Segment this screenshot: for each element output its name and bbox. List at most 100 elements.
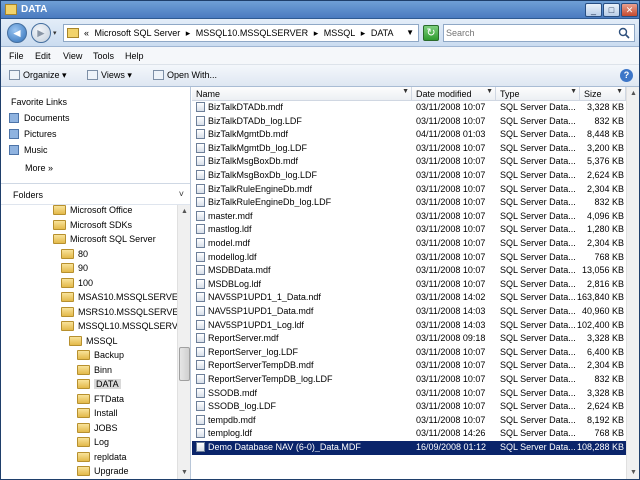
menu-view[interactable]: View — [63, 51, 82, 61]
scroll-up-button[interactable]: ▲ — [178, 205, 191, 218]
chevron-down-icon[interactable]: ▼ — [570, 88, 577, 95]
file-row[interactable]: BizTalkMsgBoxDb_log.LDF 03/11/2008 10:07 S… — [192, 169, 626, 183]
file-row[interactable]: BizTalkMsgBoxDb.mdf 03/11/2008 10:07 SQL S… — [192, 155, 626, 169]
favorite-documents[interactable]: Documents — [9, 113, 70, 123]
folder-icon — [61, 292, 74, 302]
pane-divider[interactable] — [1, 183, 190, 184]
file-row[interactable]: ReportServer.mdf 03/11/2008 09:18 SQL Serv… — [192, 332, 626, 346]
file-row[interactable]: model.mdf 03/11/2008 10:07 SQL Server Data… — [192, 237, 626, 251]
file-row[interactable]: mastlog.ldf 03/11/2008 10:07 SQL Server Da… — [192, 223, 626, 237]
scroll-down-button[interactable]: ▼ — [178, 466, 191, 479]
column-header-type[interactable]: Type ▼ — [496, 87, 580, 101]
chevron-down-icon[interactable]: ˅ — [179, 189, 184, 199]
scroll-up-button[interactable]: ▲ — [627, 87, 640, 100]
tree-node[interactable]: MSAS10.MSSQLSERVER — [61, 292, 177, 306]
open-with-button[interactable]: Open With... — [153, 70, 217, 80]
recent-pages-dropdown[interactable]: ▾ — [53, 29, 57, 37]
organize-button[interactable]: Organize ▾ — [9, 70, 67, 81]
tree-node[interactable]: FTData — [77, 393, 124, 408]
breadcrumb-item[interactable]: MSSQL — [324, 28, 356, 38]
chevron-down-icon[interactable]: ▼ — [616, 88, 623, 95]
file-row-selected[interactable]: Demo Database NAV (6-0)_Data.MDF 16/09/20… — [192, 441, 626, 455]
search-input[interactable] — [446, 26, 614, 40]
tree-node[interactable]: repldata — [77, 451, 127, 466]
tree-node[interactable]: MSRS10.MSSQLSERVER — [61, 306, 177, 321]
maximize-button[interactable]: □ — [603, 3, 620, 17]
file-row[interactable]: templog.ldf 03/11/2008 14:26 SQL Server Da… — [192, 427, 626, 441]
chevron-down-icon[interactable]: ▼ — [486, 88, 493, 95]
favorites-more-link[interactable]: More » — [25, 163, 53, 173]
file-row[interactable]: BizTalkRuleEngineDb.mdf 03/11/2008 10:07 S… — [192, 183, 626, 197]
file-row[interactable]: BizTalkRuleEngineDb_log.LDF 03/11/2008 10… — [192, 196, 626, 210]
file-row[interactable]: NAV5SP1UPD1_Log.ldf 03/11/2008 14:03 SQL S… — [192, 319, 626, 333]
tree-node[interactable]: 90 — [61, 263, 88, 277]
file-row[interactable]: NAV5SP1UPD1_1_Data.ndf 03/11/2008 14:02 SQ… — [192, 291, 626, 305]
file-name: SSODB.mdf — [208, 387, 258, 398]
tree-node[interactable]: Microsoft SQL Server — [53, 234, 156, 248]
address-box[interactable]: « Microsoft SQL Server ▸ MSSQL10.MSSQLSE… — [63, 24, 419, 42]
file-row[interactable]: ReportServerTempDB.mdf 03/11/2008 10:07 SQ… — [192, 359, 626, 373]
menu-edit[interactable]: Edit — [35, 51, 51, 61]
tree-node-selected[interactable]: DATA — [77, 379, 121, 393]
chevron-down-icon[interactable]: ▼ — [402, 88, 409, 95]
tree-node[interactable]: Log — [77, 437, 109, 451]
views-button[interactable]: Views ▾ — [87, 70, 132, 81]
back-button[interactable]: ◄ — [7, 23, 27, 43]
address-dropdown-button[interactable]: ▼ — [406, 28, 414, 37]
file-row[interactable]: SSODB_log.LDF 03/11/2008 10:07 SQL Server … — [192, 400, 626, 414]
menu-tools[interactable]: Tools — [93, 51, 114, 61]
file-row[interactable]: BizTalkMgmtDb_log.LDF 03/11/2008 10:07 SQL… — [192, 142, 626, 156]
column-header-date-modified[interactable]: Date modified ▼ — [412, 87, 496, 101]
file-row[interactable]: tempdb.mdf 03/11/2008 10:07 SQL Server Dat… — [192, 414, 626, 428]
scroll-thumb[interactable] — [179, 347, 190, 381]
file-list-scrollbar[interactable]: ▲ ▼ — [626, 87, 639, 479]
breadcrumb-item[interactable]: Microsoft SQL Server — [95, 28, 181, 38]
file-row[interactable]: BizTalkMgmtDb.mdf 04/11/2008 01:03 SQL Ser… — [192, 128, 626, 142]
favorite-pictures[interactable]: Pictures — [9, 129, 57, 139]
tree-node[interactable]: JOBS — [77, 422, 118, 437]
file-row[interactable]: MSDBLog.ldf 03/11/2008 10:07 SQL Server Da… — [192, 278, 626, 292]
tree-node[interactable]: Install — [77, 408, 118, 422]
tree-node[interactable]: Binn — [77, 364, 112, 379]
folders-header[interactable]: Folders ˅ — [1, 185, 190, 205]
column-header-size[interactable]: Size ▼ — [580, 87, 626, 101]
search-icon[interactable] — [618, 27, 630, 39]
tree-node[interactable]: Microsoft SDKs — [53, 219, 132, 234]
breadcrumb-separator[interactable]: ▸ — [361, 28, 366, 38]
file-row[interactable]: BizTalkDTADb_log.LDF 03/11/2008 10:07 SQL … — [192, 115, 626, 129]
minimize-button[interactable]: _ — [585, 3, 602, 17]
forward-button[interactable]: ► — [31, 23, 51, 43]
file-row[interactable]: BizTalkDTADb.mdf 03/11/2008 10:07 SQL Serv… — [192, 101, 626, 115]
folder-tree-scrollbar[interactable]: ▲ ▼ — [177, 205, 190, 479]
breadcrumb: « Microsoft SQL Server ▸ MSSQL10.MSSQLSE… — [84, 28, 397, 39]
breadcrumb-overflow[interactable]: « — [84, 28, 89, 38]
file-name: BizTalkDTADb_log.LDF — [208, 115, 302, 126]
favorite-music[interactable]: Music — [9, 145, 48, 155]
breadcrumb-item[interactable]: MSSQL10.MSSQLSERVER — [196, 28, 308, 38]
tree-node[interactable]: MSSQL — [69, 335, 118, 350]
tree-node[interactable]: Microsoft Office — [53, 205, 132, 219]
file-row[interactable]: NAV5SP1UPD1_Data.mdf 03/11/2008 14:03 SQL … — [192, 305, 626, 319]
title-bar[interactable]: DATA _ □ ✕ — [1, 1, 639, 19]
breadcrumb-separator[interactable]: ▸ — [186, 28, 191, 38]
menu-file[interactable]: File — [9, 51, 24, 61]
breadcrumb-separator[interactable]: ▸ — [314, 28, 319, 38]
file-row[interactable]: modellog.ldf 03/11/2008 10:07 SQL Server D… — [192, 251, 626, 265]
tree-node[interactable]: 80 — [61, 248, 88, 263]
file-row[interactable]: MSDBData.mdf 03/11/2008 10:07 SQL Server D… — [192, 264, 626, 278]
file-row[interactable]: ReportServerTempDB_log.LDF 03/11/2008 10:… — [192, 373, 626, 387]
column-header-name[interactable]: Name ▼ — [192, 87, 412, 101]
tree-node[interactable]: Upgrade — [77, 466, 129, 479]
breadcrumb-item-current[interactable]: DATA — [371, 28, 394, 38]
help-button[interactable]: ? — [620, 69, 633, 82]
refresh-button[interactable]: ↻ — [423, 25, 439, 41]
file-row[interactable]: SSODB.mdf 03/11/2008 10:07 SQL Server Data… — [192, 387, 626, 401]
file-row[interactable]: master.mdf 03/11/2008 10:07 SQL Server Dat… — [192, 210, 626, 224]
menu-help[interactable]: Help — [125, 51, 144, 61]
close-button[interactable]: ✕ — [621, 3, 638, 17]
tree-node[interactable]: MSSQL10.MSSQLSERVER — [61, 321, 177, 335]
tree-node[interactable]: Backup — [77, 350, 124, 364]
file-row[interactable]: ReportServer_log.LDF 03/11/2008 10:07 SQL … — [192, 346, 626, 360]
scroll-down-button[interactable]: ▼ — [627, 466, 640, 479]
tree-node[interactable]: 100 — [61, 277, 93, 292]
